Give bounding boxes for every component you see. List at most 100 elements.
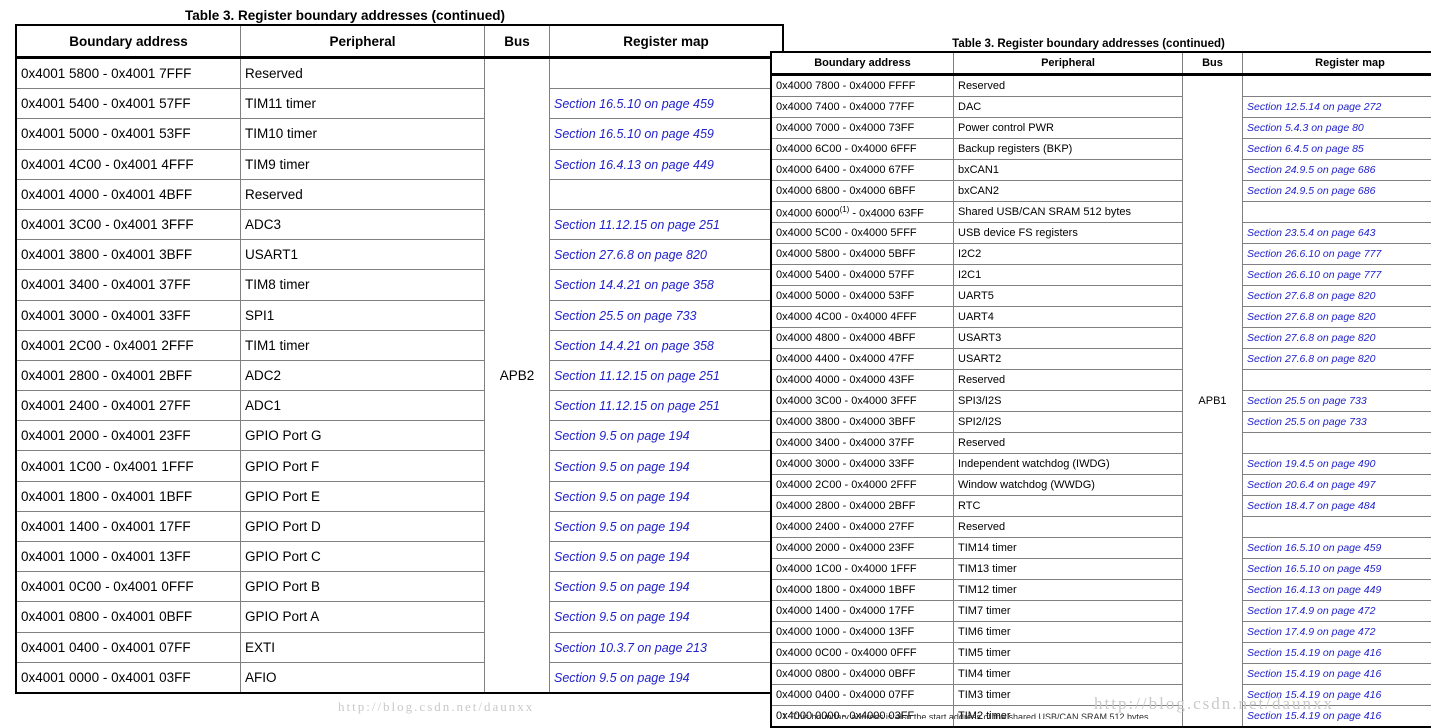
table-header-row: Boundary address Peripheral Bus Register…	[771, 52, 1431, 75]
section-link[interactable]: Section 19.4.5 on page 490	[1247, 458, 1375, 470]
table-row: 0x4000 6000(1) - 0x4000 63FFShared USB/C…	[771, 202, 1431, 223]
section-link[interactable]: Section 27.6.8 on page 820	[554, 248, 707, 262]
cell-boundary-address: 0x4001 0800 - 0x4001 0BFF	[16, 602, 241, 632]
section-link[interactable]: Section 9.5 on page 194	[554, 429, 690, 443]
section-link[interactable]: Section 27.6.8 on page 820	[1247, 311, 1375, 323]
cell-register-map: Section 9.5 on page 194	[550, 481, 784, 511]
table-row: 0x4000 0C00 - 0x4000 0FFFTIM5 timerSecti…	[771, 643, 1431, 664]
table-row: 0x4001 0000 - 0x4001 03FFAFIOSection 9.5…	[16, 662, 783, 693]
section-link[interactable]: Section 24.9.5 on page 686	[1247, 185, 1375, 197]
cell-register-map: Section 14.4.21 on page 358	[550, 270, 784, 300]
section-link[interactable]: Section 9.5 on page 194	[554, 671, 690, 685]
cell-register-map: Section 12.5.14 on page 272	[1243, 97, 1431, 118]
section-link[interactable]: Section 20.6.4 on page 497	[1247, 479, 1375, 491]
cell-peripheral: TIM14 timer	[954, 538, 1183, 559]
section-link[interactable]: Section 16.5.10 on page 459	[1247, 542, 1381, 554]
table-row: 0x4000 4800 - 0x4000 4BFFUSART3Section 2…	[771, 328, 1431, 349]
section-link[interactable]: Section 25.5 on page 733	[1247, 395, 1367, 407]
section-link[interactable]: Section 14.4.21 on page 358	[554, 339, 714, 353]
cell-boundary-address: 0x4001 2400 - 0x4001 27FF	[16, 391, 241, 421]
table-row: 0x4000 7800 - 0x4000 FFFFReservedAPB1	[771, 75, 1431, 97]
document-page: Table 3. Register boundary addresses (co…	[0, 0, 1431, 719]
cell-boundary-address: 0x4001 0400 - 0x4001 07FF	[16, 632, 241, 662]
section-link[interactable]: Section 27.6.8 on page 820	[1247, 290, 1375, 302]
section-link[interactable]: Section 10.3.7 on page 213	[554, 641, 707, 655]
cell-boundary-address: 0x4000 6800 - 0x4000 6BFF	[771, 181, 954, 202]
table-row: 0x4001 2000 - 0x4001 23FFGPIO Port GSect…	[16, 421, 783, 451]
section-link[interactable]: Section 25.5 on page 733	[554, 309, 696, 323]
cell-boundary-address: 0x4000 4800 - 0x4000 4BFF	[771, 328, 954, 349]
table-row: 0x4001 2400 - 0x4001 27FFADC1Section 11.…	[16, 391, 783, 421]
column-header-register-map: Register map	[550, 25, 784, 58]
section-link[interactable]: Section 17.4.9 on page 472	[1247, 626, 1375, 638]
section-link[interactable]: Section 26.6.10 on page 777	[1247, 248, 1381, 260]
section-link[interactable]: Section 16.5.10 on page 459	[554, 97, 714, 111]
cell-register-map: Section 16.4.13 on page 449	[550, 149, 784, 179]
section-link[interactable]: Section 27.6.8 on page 820	[1247, 332, 1375, 344]
section-link[interactable]: Section 16.5.10 on page 459	[1247, 563, 1381, 575]
table-row: 0x4001 3400 - 0x4001 37FFTIM8 timerSecti…	[16, 270, 783, 300]
section-link[interactable]: Section 9.5 on page 194	[554, 490, 690, 504]
section-link[interactable]: Section 9.5 on page 194	[554, 460, 690, 474]
section-link[interactable]: Section 15.4.19 on page 416	[1247, 647, 1381, 659]
cell-register-map: Section 15.4.19 on page 416	[1243, 664, 1431, 685]
section-link[interactable]: Section 18.4.7 on page 484	[1247, 500, 1375, 512]
cell-register-map: Section 15.4.19 on page 416	[1243, 643, 1431, 664]
section-link[interactable]: Section 25.5 on page 733	[1247, 416, 1367, 428]
cell-register-map: Section 23.5.4 on page 643	[1243, 223, 1431, 244]
column-header-peripheral: Peripheral	[241, 25, 485, 58]
section-link[interactable]: Section 14.4.21 on page 358	[554, 278, 714, 292]
cell-boundary-address: 0x4001 1C00 - 0x4001 1FFF	[16, 451, 241, 481]
cell-register-map: Section 24.9.5 on page 686	[1243, 160, 1431, 181]
cell-boundary-address: 0x4001 5000 - 0x4001 53FF	[16, 119, 241, 149]
cell-register-map: Section 17.4.9 on page 472	[1243, 601, 1431, 622]
table-footnote: 1. This boundary address is also the sta…	[782, 712, 1422, 719]
section-link[interactable]: Section 6.4.5 on page 85	[1247, 143, 1364, 155]
cell-register-map: Section 6.4.5 on page 85	[1243, 139, 1431, 160]
section-link[interactable]: Section 15.4.19 on page 416	[1247, 668, 1381, 680]
section-link[interactable]: Section 16.4.13 on page 449	[1247, 584, 1381, 596]
table-row: 0x4000 6C00 - 0x4000 6FFFBackup register…	[771, 139, 1431, 160]
section-link[interactable]: Section 17.4.9 on page 472	[1247, 605, 1375, 617]
table-row: 0x4000 1800 - 0x4000 1BFFTIM12 timerSect…	[771, 580, 1431, 601]
cell-boundary-address: 0x4001 2C00 - 0x4001 2FFF	[16, 330, 241, 360]
table-row: 0x4000 1400 - 0x4000 17FFTIM7 timerSecti…	[771, 601, 1431, 622]
cell-register-map: Section 9.5 on page 194	[550, 542, 784, 572]
section-link[interactable]: Section 12.5.14 on page 272	[1247, 101, 1381, 113]
section-link[interactable]: Section 15.4.19 on page 416	[1247, 689, 1381, 701]
section-link[interactable]: Section 11.12.15 on page 251	[554, 218, 720, 232]
section-link[interactable]: Section 16.4.13 on page 449	[554, 158, 714, 172]
section-link[interactable]: Section 26.6.10 on page 777	[1247, 269, 1381, 281]
cell-boundary-address: 0x4001 5800 - 0x4001 7FFF	[16, 58, 241, 89]
table-row: 0x4000 4000 - 0x4000 43FFReserved	[771, 370, 1431, 391]
cell-boundary-address: 0x4001 3800 - 0x4001 3BFF	[16, 240, 241, 270]
cell-register-map	[1243, 433, 1431, 454]
cell-peripheral: SPI3/I2S	[954, 391, 1183, 412]
section-link[interactable]: Section 11.12.15 on page 251	[554, 399, 720, 413]
section-link[interactable]: Section 9.5 on page 194	[554, 580, 690, 594]
cell-peripheral: Power control PWR	[954, 118, 1183, 139]
cell-peripheral: GPIO Port E	[241, 481, 485, 511]
table-row: 0x4001 5400 - 0x4001 57FFTIM11 timerSect…	[16, 89, 783, 119]
section-link[interactable]: Section 27.6.8 on page 820	[1247, 353, 1375, 365]
section-link[interactable]: Section 24.9.5 on page 686	[1247, 164, 1375, 176]
cell-boundary-address: 0x4000 3400 - 0x4000 37FF	[771, 433, 954, 454]
section-link[interactable]: Section 9.5 on page 194	[554, 550, 690, 564]
section-link[interactable]: Section 16.5.10 on page 459	[554, 127, 714, 141]
cell-bus: APB1	[1183, 75, 1243, 728]
table-row: 0x4000 4400 - 0x4000 47FFUSART2Section 2…	[771, 349, 1431, 370]
section-link[interactable]: Section 5.4.3 on page 80	[1247, 122, 1364, 134]
cell-peripheral: EXTI	[241, 632, 485, 662]
cell-boundary-address: 0x4001 1800 - 0x4001 1BFF	[16, 481, 241, 511]
section-link[interactable]: Section 11.12.15 on page 251	[554, 369, 720, 383]
section-link[interactable]: Section 9.5 on page 194	[554, 520, 690, 534]
section-link[interactable]: Section 9.5 on page 194	[554, 610, 690, 624]
table-row: 0x4001 5800 - 0x4001 7FFFReservedAPB2	[16, 58, 783, 89]
cell-boundary-address: 0x4000 6400 - 0x4000 67FF	[771, 160, 954, 181]
cell-register-map: Section 27.6.8 on page 820	[1243, 286, 1431, 307]
column-header-bus: Bus	[485, 25, 550, 58]
cell-register-map: Section 15.4.19 on page 416	[1243, 685, 1431, 706]
table-row: 0x4000 2800 - 0x4000 2BFFRTCSection 18.4…	[771, 496, 1431, 517]
section-link[interactable]: Section 23.5.4 on page 643	[1247, 227, 1375, 239]
cell-boundary-address: 0x4000 2400 - 0x4000 27FF	[771, 517, 954, 538]
